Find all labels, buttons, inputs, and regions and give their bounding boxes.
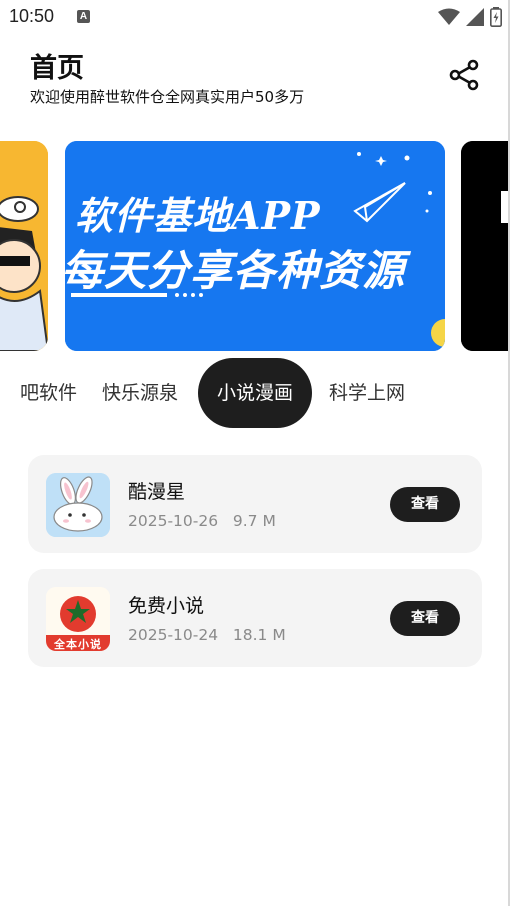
banner-current[interactable]: 软件基地APP 每天分享各种资源: [65, 141, 445, 351]
cartoon-character-icon: [0, 141, 48, 351]
status-icons: [438, 7, 502, 27]
banner-title: 软件基地APP: [75, 193, 321, 238]
tab-software[interactable]: 吧软件: [20, 358, 77, 428]
view-button[interactable]: 查看: [390, 601, 460, 636]
app-card[interactable]: 全本小说 免费小说 2025-10-24 18.1 M 查看: [28, 569, 482, 667]
banner-carousel[interactable]: 软件基地APP 每天分享各种资源: [0, 141, 510, 351]
share-button[interactable]: [447, 58, 481, 92]
app-size: 9.7 M: [232, 512, 276, 530]
tab-vpn[interactable]: 科学上网: [329, 358, 405, 428]
page-title: 首页: [30, 53, 84, 84]
a-icon: A: [77, 10, 90, 23]
tomato-icon: 全本小说: [46, 587, 110, 651]
tab-novels-comics[interactable]: 小说漫画: [198, 358, 312, 428]
rabbit-icon: [46, 473, 110, 537]
status-bar: 10:50 A: [0, 0, 510, 34]
tab-happy-source[interactable]: 快乐源泉: [102, 358, 178, 428]
banner-next[interactable]: [461, 141, 510, 351]
app-date: 2025-10-24: [128, 626, 219, 644]
banner-next-graphic: [461, 141, 510, 351]
app-meta: 2025-10-24 18.1 M: [128, 626, 286, 644]
app-name: 免费小说: [128, 595, 205, 617]
battery-icon: [490, 7, 502, 27]
page-subtitle: 欢迎使用醉世软件仓全网真实用户50多万: [30, 88, 305, 106]
app-date: 2025-10-26: [128, 512, 219, 530]
wifi-icon: [438, 8, 460, 25]
view-button[interactable]: 查看: [390, 487, 460, 522]
category-tabs: 吧软件 快乐源泉 小说漫画 科学上网: [0, 358, 510, 428]
banner-previous[interactable]: [0, 141, 48, 351]
share-icon: [449, 59, 479, 91]
tomato-icon-label: 全本小说: [54, 638, 102, 651]
banner-subtitle: 每天分享各种资源: [65, 246, 406, 295]
signal-icon: [466, 8, 484, 26]
app-name: 酷漫星: [128, 481, 186, 503]
app-size: 18.1 M: [232, 626, 286, 644]
status-time: 10:50: [9, 6, 55, 26]
app-meta: 2025-10-26 9.7 M: [128, 512, 276, 530]
app-card[interactable]: 酷漫星 2025-10-26 9.7 M 查看: [28, 455, 482, 553]
